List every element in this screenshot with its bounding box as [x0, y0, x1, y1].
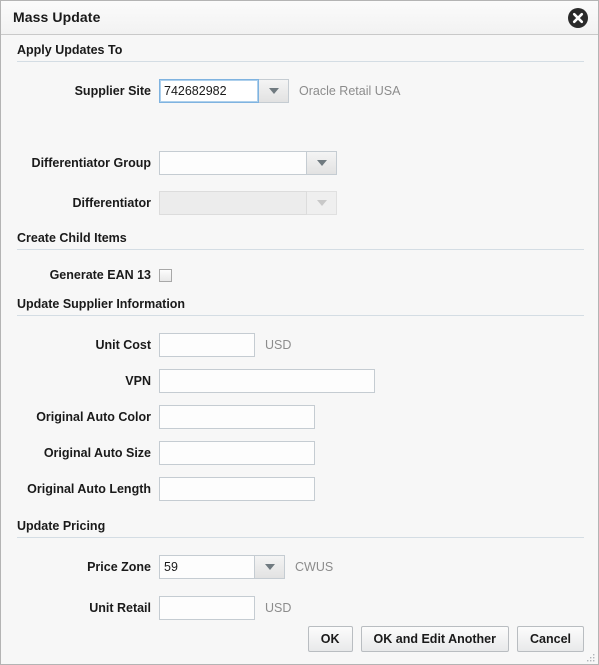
generate-ean13-label: Generate EAN 13 [49, 268, 151, 282]
close-icon[interactable] [568, 8, 588, 28]
price-zone-label: Price Zone [87, 560, 151, 574]
original-auto-length-label: Original Auto Length [27, 482, 151, 496]
original-auto-size-label: Original Auto Size [43, 446, 151, 460]
dialog-titlebar[interactable]: Mass Update [1, 1, 598, 35]
differentiator-label: Differentiator [72, 196, 151, 210]
field-row-price-zone: Price Zone CWUS [1, 555, 333, 579]
differentiator-group-input[interactable] [159, 151, 307, 175]
field-row-original-auto-color: Original Auto Color [1, 405, 315, 429]
differentiator-dropdown-button [307, 191, 337, 215]
section-divider [17, 315, 584, 316]
price-zone-dropdown-button[interactable] [255, 555, 285, 579]
differentiator-group-dropdown-button[interactable] [307, 151, 337, 175]
section-title: Create Child Items [17, 231, 127, 245]
dialog-footer: OK OK and Edit Another Cancel [307, 626, 584, 652]
field-row-supplier-site: Supplier Site Oracle Retail USA [1, 79, 400, 103]
generate-ean13-checkbox[interactable] [159, 268, 172, 282]
differentiator-combo [159, 191, 337, 215]
differentiator-group-label: Differentiator Group [31, 156, 151, 170]
ok-and-edit-another-button[interactable]: OK and Edit Another [360, 626, 509, 652]
differentiator-input [159, 191, 307, 215]
section-title: Apply Updates To [17, 43, 123, 57]
original-auto-length-input[interactable] [159, 477, 315, 501]
price-zone-description: CWUS [295, 560, 334, 574]
section-title: Update Pricing [17, 519, 106, 533]
section-divider [17, 537, 584, 538]
unit-retail-label: Unit Retail [89, 601, 151, 615]
field-row-unit-retail: Unit Retail USD [1, 596, 291, 620]
original-auto-color-input[interactable] [159, 405, 315, 429]
unit-cost-input[interactable] [159, 333, 255, 357]
dialog-body: Apply Updates To Supplier Site Oracle Re… [1, 35, 598, 664]
section-update-pricing: Update Pricing [17, 519, 584, 538]
original-auto-color-label: Original Auto Color [36, 410, 151, 424]
original-auto-size-input[interactable] [159, 441, 315, 465]
field-row-vpn: VPN [1, 369, 375, 393]
section-divider [17, 249, 584, 250]
mass-update-dialog: Mass Update Apply Updates To Supplier Si… [0, 0, 599, 665]
supplier-site-description: Oracle Retail USA [299, 84, 401, 98]
vpn-input[interactable] [159, 369, 375, 393]
field-row-original-auto-size: Original Auto Size [1, 441, 315, 465]
supplier-site-input[interactable] [159, 79, 259, 103]
field-row-differentiator: Differentiator [1, 191, 337, 215]
chevron-down-icon [264, 564, 275, 570]
price-zone-combo [159, 555, 285, 579]
vpn-label: VPN [125, 374, 151, 388]
section-divider [17, 61, 584, 62]
section-update-supplier-information: Update Supplier Information [17, 297, 584, 316]
unit-cost-label: Unit Cost [95, 338, 151, 352]
unit-retail-currency: USD [265, 601, 292, 615]
section-apply-updates-to: Apply Updates To [17, 43, 584, 62]
field-row-original-auto-length: Original Auto Length [1, 477, 315, 501]
resize-grip[interactable] [585, 651, 595, 662]
chevron-down-icon [316, 160, 327, 166]
field-row-unit-cost: Unit Cost USD [1, 333, 291, 357]
differentiator-group-combo [159, 151, 337, 175]
supplier-site-combo [159, 79, 289, 103]
dialog-title: Mass Update [13, 9, 101, 25]
section-create-child-items: Create Child Items [17, 231, 584, 250]
supplier-site-dropdown-button[interactable] [259, 79, 289, 103]
chevron-down-icon [316, 200, 327, 206]
chevron-down-icon [268, 88, 279, 94]
unit-retail-input[interactable] [159, 596, 255, 620]
supplier-site-label: Supplier Site [74, 84, 151, 98]
ok-button[interactable]: OK [307, 626, 353, 652]
unit-cost-currency: USD [265, 338, 292, 352]
field-row-differentiator-group: Differentiator Group [1, 151, 337, 175]
cancel-button[interactable]: Cancel [517, 626, 584, 652]
field-row-generate-ean13: Generate EAN 13 [1, 263, 172, 287]
section-title: Update Supplier Information [17, 297, 186, 311]
price-zone-input[interactable] [159, 555, 255, 579]
